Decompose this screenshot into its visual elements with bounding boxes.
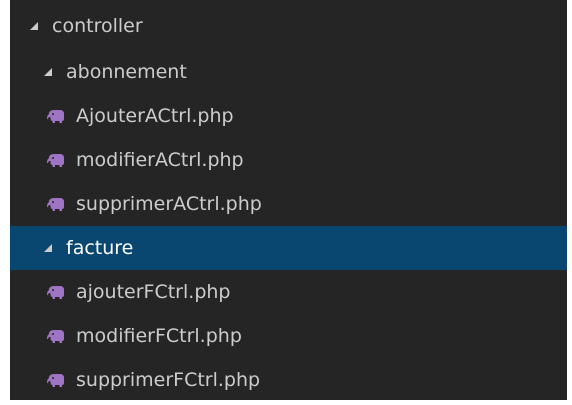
tree-file-ajouteractrl[interactable]: AjouterACtrl.php xyxy=(10,94,567,138)
tree-item-label: abonnement xyxy=(66,61,187,83)
php-elephant-icon xyxy=(47,198,64,211)
tree-file-supprimerfctrl[interactable]: supprimerFCtrl.php xyxy=(10,358,567,400)
php-elephant-icon xyxy=(47,374,64,387)
file-explorer: controller abonnement AjouterACtrl.php m… xyxy=(10,0,567,400)
php-elephant-icon xyxy=(47,286,64,299)
tree-item-label: ajouterFCtrl.php xyxy=(76,281,231,303)
tree-item-label: facture xyxy=(66,237,134,259)
php-elephant-icon xyxy=(47,110,64,123)
tree-item-label: controller xyxy=(52,15,143,37)
tree-item-label: supprimerFCtrl.php xyxy=(76,369,261,391)
tree-file-ajouterfctrl[interactable]: ajouterFCtrl.php xyxy=(10,270,567,314)
tree-item-label: supprimerACtrl.php xyxy=(76,193,262,215)
php-elephant-icon xyxy=(47,330,64,343)
tree-folder-abonnement[interactable]: abonnement xyxy=(10,50,567,94)
tree-folder-controller[interactable]: controller xyxy=(10,4,567,48)
php-elephant-icon xyxy=(47,154,64,167)
tree-folder-facture[interactable]: facture xyxy=(10,226,567,270)
tree-item-label: modifierACtrl.php xyxy=(76,149,244,171)
tree-file-supprimeractrl[interactable]: supprimerACtrl.php xyxy=(10,182,567,226)
tree-file-modifieractrl[interactable]: modifierACtrl.php xyxy=(10,138,567,182)
tree-item-label: modifierFCtrl.php xyxy=(76,325,242,347)
tree-file-modifierfctrl[interactable]: modifierFCtrl.php xyxy=(10,314,567,358)
tree-item-label: AjouterACtrl.php xyxy=(76,105,234,127)
